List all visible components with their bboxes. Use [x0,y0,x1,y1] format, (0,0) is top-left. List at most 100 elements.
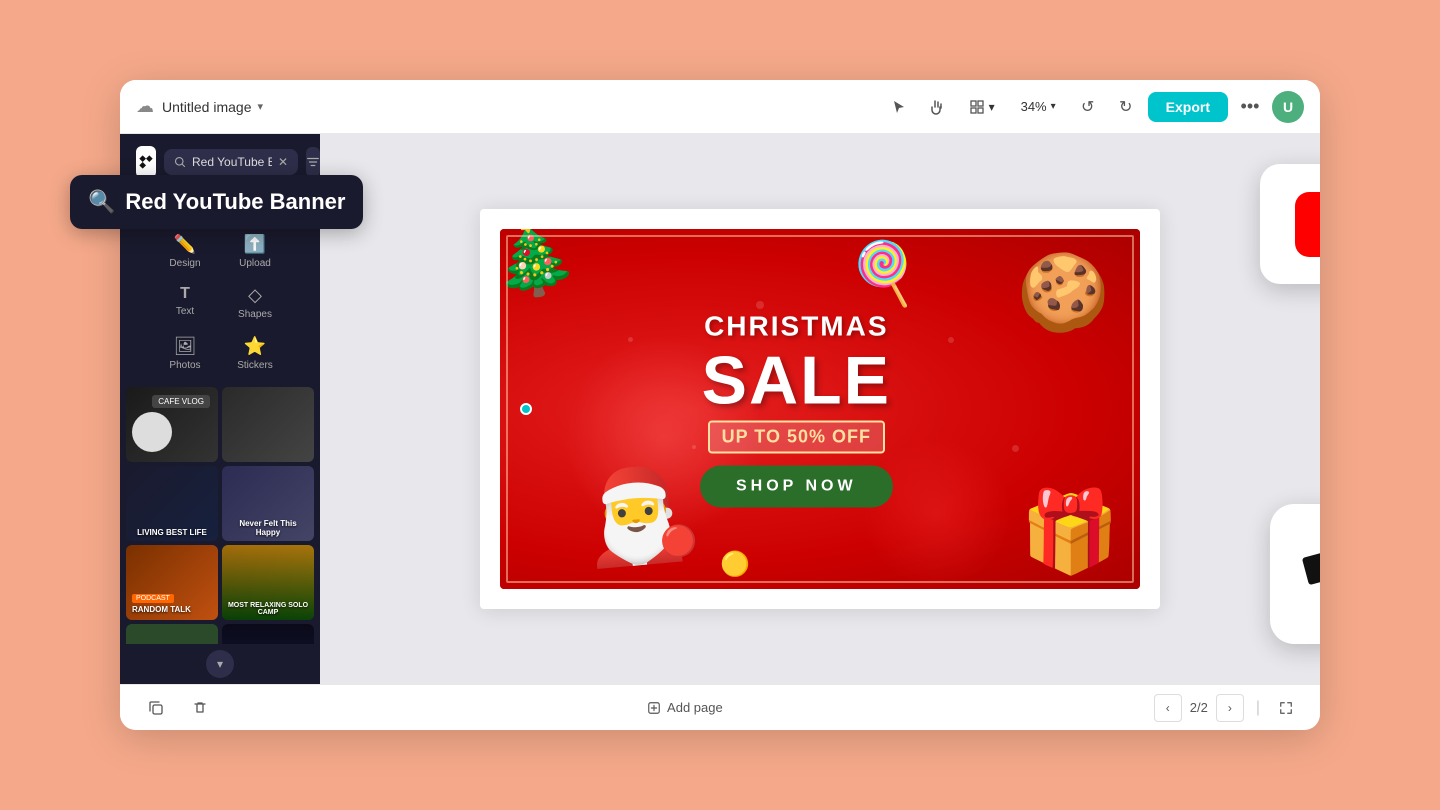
topbar: ☁ Untitled image ▾ ▾ 34% ▾ [120,80,1320,134]
bottom-center: Add page [635,694,735,721]
banner-inner: 🎄 🎅 🍭 🍪 🎁 🔴 🟡 [500,229,1140,589]
bottom-right-navigation: ‹ 2/2 › | [1154,694,1300,722]
bottom-bar: Add page ‹ 2/2 › | [120,684,1320,730]
floating-capcut-icon [1270,504,1320,644]
sidebar-item-design[interactable]: ✏️ Design [150,226,220,277]
nav-label: Text [176,306,194,317]
vlog-avatar [132,412,172,452]
capcut-logo[interactable] [136,146,156,178]
design-icon: ✏️ [174,234,196,255]
search-tooltip-text: Red YouTube Banner [125,189,345,215]
text-icon: T [180,285,190,303]
prev-page-button[interactable]: ‹ [1154,694,1182,722]
document-title-area[interactable]: Untitled image ▾ [162,99,263,115]
zoom-value: 34% [1021,99,1047,114]
template-card-relaxing[interactable]: MOST RELAXING SOLO CAMP [222,545,314,620]
topbar-left: ☁ Untitled image ▾ [136,96,263,117]
search-bar[interactable]: ✕ [164,149,298,175]
template-card-random[interactable]: PODCAST RANDOM TALK [126,545,218,620]
fullscreen-button[interactable] [1272,694,1300,722]
happy-label: Never Felt This Happy [226,519,310,537]
add-page-label: Add page [667,700,723,715]
search-filter-button[interactable] [306,147,320,177]
sidebar-item-shapes[interactable]: ◇ Shapes [220,277,290,328]
canvas-wrapper: 🎄 🎅 🍭 🍪 🎁 🔴 🟡 [480,209,1160,609]
nav-label: Design [169,258,200,269]
more-icon: ••• [1241,96,1260,117]
random-label: RANDOM TALK [132,605,191,614]
sidebar-item-stickers[interactable]: ⭐ Stickers [220,328,290,379]
sidebar-bottom: ▾ [120,644,320,684]
undo-icon: ↺ [1081,97,1094,117]
search-tooltip: 🔍 Red YouTube Banner [70,175,363,229]
shop-now-button[interactable]: SHOP NOW [700,466,893,508]
more-options-button[interactable]: ••• [1234,91,1266,123]
nav-label: Upload [239,258,271,269]
shop-now-label: SHOP NOW [736,478,857,495]
template-card-living[interactable]: LIVING BEST LIFE [126,466,218,541]
photos-icon: 🖼 [174,336,197,357]
search-icon [174,156,186,168]
zoom-chevron-icon: ▾ [1051,101,1056,112]
template-card-italia[interactable]: The Essence of ITALIA [222,624,314,644]
living-label: LIVING BEST LIFE [130,528,214,537]
redo-button[interactable]: ↻ [1110,91,1142,123]
template-card-happy[interactable]: Never Felt This Happy [222,466,314,541]
nav-row: ✏️ Design ⬆️ Upload T Text ◇ Shapes 🖼 [120,222,320,383]
template-card-studio[interactable] [222,387,314,462]
nav-label: Stickers [237,360,273,371]
sidebar-item-text[interactable]: T Text [150,277,220,328]
select-tool-button[interactable] [883,91,915,123]
canvas-area: 🎄 🎅 🍭 🍪 🎁 🔴 🟡 [320,134,1320,684]
hand-tool-button[interactable] [921,91,953,123]
avatar[interactable]: U [1272,91,1304,123]
card-vlog-label: CAFE VLOG [152,395,210,408]
avatar-initial: U [1283,99,1293,115]
undo-button[interactable]: ↺ [1072,91,1104,123]
fullscreen-icon [1279,701,1293,715]
stocking-decoration: 🎁 [1020,485,1120,579]
delete-button[interactable] [184,692,216,724]
add-page-button[interactable]: Add page [635,694,735,721]
nav-label: Photos [169,360,200,371]
bottom-left-tools [140,692,216,724]
divider: | [1256,699,1260,717]
redo-icon: ↻ [1119,97,1132,117]
search-input[interactable] [192,155,272,169]
export-label: Export [1166,99,1210,115]
copy-button[interactable] [140,692,172,724]
title-chevron-icon: ▾ [258,100,264,113]
snap-indicator [520,403,532,415]
search-clear-button[interactable]: ✕ [278,155,288,169]
shapes-icon: ◇ [248,285,262,306]
cloud-icon: ☁ [136,96,154,117]
off-text: UP TO 50% OFF [708,421,885,454]
sidebar-expand-button[interactable]: ▾ [206,650,234,678]
document-title: Untitled image [162,99,252,115]
filter-icon [306,155,320,169]
next-page-button[interactable]: › [1216,694,1244,722]
chevron-down-icon: ▾ [217,657,223,671]
christmas-text: CHRISTMAS [700,311,893,343]
nav-label: Shapes [238,309,272,320]
sidebar-item-upload[interactable]: ⬆️ Upload [220,226,290,277]
topbar-tools: ▾ 34% ▾ ↺ ↻ Export ••• [883,91,1304,123]
stickers-icon: ⭐ [244,336,266,357]
template-grid: CAFE VLOG LIVING BEST LIFE Never Felt Th… [120,383,320,644]
delete-icon [192,700,208,716]
banner-text-area: CHRISTMAS SALE UP TO 50% OFF SHOP NOW [700,311,893,508]
layout-button[interactable]: ▾ [959,95,1005,119]
upload-icon: ⬆️ [244,234,266,255]
next-page-icon: › [1228,701,1232,715]
gingerbread-decoration: 🍪 [1017,249,1110,337]
prev-page-icon: ‹ [1166,701,1170,715]
christmas-banner[interactable]: 🎄 🎅 🍭 🍪 🎁 🔴 🟡 [500,229,1140,589]
copy-icon [148,700,164,716]
sidebar-item-photos[interactable]: 🖼 Photos [150,328,220,379]
capcut-logo-large [1300,534,1320,614]
template-card-vlog[interactable]: CAFE VLOG [126,387,218,462]
zoom-button[interactable]: 34% ▾ [1011,95,1066,118]
export-button[interactable]: Export [1148,92,1228,122]
template-card-florist[interactable]: Floristday in [126,624,218,644]
ball-decoration-2: 🟡 [720,550,750,579]
